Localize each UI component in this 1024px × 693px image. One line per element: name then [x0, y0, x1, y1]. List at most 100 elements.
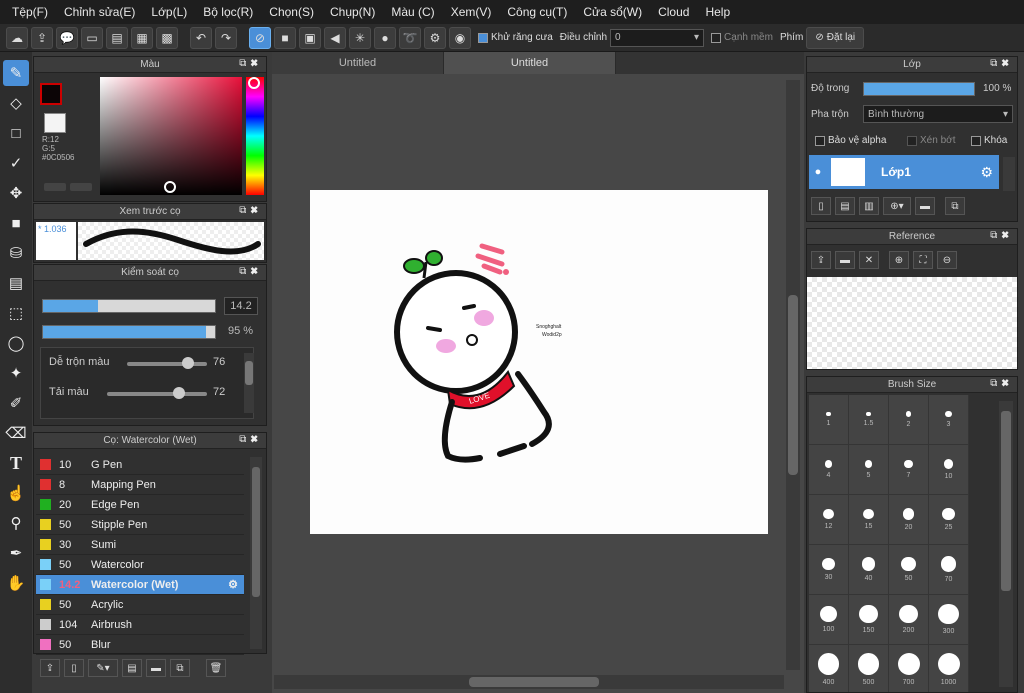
brush-size-cell[interactable]: 400: [809, 645, 849, 692]
menu-item-10[interactable]: Cloud: [650, 5, 697, 19]
display-icon[interactable]: ▭: [81, 26, 103, 49]
lasso-tool-icon[interactable]: ◯: [3, 330, 29, 356]
brush-size-cell[interactable]: 200: [889, 595, 929, 645]
menu-item-1[interactable]: Chỉnh sửa(E): [56, 5, 143, 19]
new-brush-icon[interactable]: ▯: [64, 659, 84, 677]
upload-icon[interactable]: ⇪: [31, 26, 53, 49]
settings-icon[interactable]: ⚙: [424, 26, 446, 49]
operation-tool-icon[interactable]: ☝: [3, 480, 29, 506]
layer-row-1[interactable]: ● Lớp1 ⚙: [809, 155, 999, 189]
move-selection-icon[interactable]: ◀: [324, 26, 346, 49]
menu-item-2[interactable]: Lớp(L): [143, 5, 195, 19]
brush-size-slider[interactable]: [42, 299, 216, 313]
brush-item[interactable]: 14.2 Watercolor (Wet) ⚙: [36, 575, 244, 595]
brush-size-cell[interactable]: 300: [929, 595, 969, 645]
panel-controls-icon[interactable]: ⧉✖: [990, 230, 1013, 241]
brush-size-cell[interactable]: 500: [849, 645, 889, 692]
brush-size-cell[interactable]: 30: [809, 545, 849, 595]
undo-icon[interactable]: ↶: [190, 26, 212, 49]
grid-icon[interactable]: ▦: [131, 26, 153, 49]
panel-controls-icon[interactable]: ⧉✖: [239, 58, 262, 69]
magic-wand-tool-icon[interactable]: ✦: [3, 360, 29, 386]
menu-item-11[interactable]: Help: [697, 5, 738, 19]
layer-opacity-slider[interactable]: [863, 82, 975, 96]
pen-tool-icon[interactable]: ✒: [3, 540, 29, 566]
canvas-vertical-scrollbar[interactable]: [786, 80, 800, 670]
brush-size-cell[interactable]: 40: [849, 545, 889, 595]
brush-size-cell[interactable]: 70: [929, 545, 969, 595]
layer-list-scrollbar[interactable]: [1003, 157, 1015, 191]
transform-icon[interactable]: ✳: [349, 26, 371, 49]
tab-untitled-2[interactable]: Untitled: [444, 52, 616, 74]
gear-icon[interactable]: ⚙: [980, 164, 993, 181]
layer-folder-icon[interactable]: ▬: [915, 197, 935, 215]
folder-icon[interactable]: ▬: [146, 659, 166, 677]
rect-select-tool-icon[interactable]: □: [3, 120, 29, 146]
text-tool-icon[interactable]: T: [3, 450, 29, 476]
menu-item-4[interactable]: Chọn(S): [261, 5, 322, 19]
brush-item[interactable]: 50 Acrylic: [36, 595, 244, 615]
panel-controls-icon[interactable]: ⧉✖: [239, 205, 262, 216]
new-layer-8bit-icon[interactable]: ▤: [835, 197, 855, 215]
fit-icon[interactable]: ⛶: [913, 251, 933, 269]
brush-item[interactable]: 50 Blur: [36, 635, 244, 655]
brush-size-cell[interactable]: 50: [889, 545, 929, 595]
select-pen-tool-icon[interactable]: ✐: [3, 390, 29, 416]
record-icon[interactable]: ◉: [449, 26, 471, 49]
layer-add-menu-icon[interactable]: ⊕▾: [883, 197, 911, 215]
brush-item[interactable]: 30 Sumi: [36, 535, 244, 555]
brush-item[interactable]: 8 Mapping Pen: [36, 475, 244, 495]
brush-tool-icon[interactable]: ✎: [3, 60, 29, 86]
visibility-icon[interactable]: ●: [809, 166, 827, 178]
brush-size-scrollbar[interactable]: [999, 401, 1013, 687]
clipping-checkbox[interactable]: Xén bớt: [907, 135, 955, 146]
eyedropper-tool-icon[interactable]: ⚲: [3, 510, 29, 536]
select-all-icon[interactable]: ■: [274, 26, 296, 49]
cloud-icon[interactable]: ☁: [6, 26, 28, 49]
panel-controls-icon[interactable]: ⧉✖: [990, 58, 1013, 69]
antialias-checkbox[interactable]: Khử răng cưa: [478, 32, 553, 43]
fill-rect-tool-icon[interactable]: ■: [3, 210, 29, 236]
menu-item-7[interactable]: Xem(V): [443, 5, 500, 19]
deselect-icon[interactable]: ⊘: [249, 26, 271, 49]
reset-button[interactable]: ⊘ Đặt lại: [806, 26, 865, 49]
brush-size-cell[interactable]: 15: [849, 495, 889, 545]
color-mode-button-2[interactable]: [70, 183, 92, 191]
chat-icon[interactable]: 💬: [56, 26, 78, 49]
menu-item-9[interactable]: Cửa sổ(W): [575, 5, 650, 19]
foreground-color-swatch[interactable]: [40, 83, 62, 105]
brush-size-cell[interactable]: 5: [849, 445, 889, 495]
brush-item[interactable]: 50 Stipple Pen: [36, 515, 244, 535]
bucket-tool-icon[interactable]: ⛁: [3, 240, 29, 266]
brush-opacity-slider[interactable]: [42, 325, 216, 339]
layer-duplicate-icon[interactable]: ⧉: [945, 197, 965, 215]
menu-item-6[interactable]: Màu (C): [383, 5, 442, 19]
brush-size-cell[interactable]: 1.5: [849, 395, 889, 445]
tiles-icon[interactable]: ▩: [156, 26, 178, 49]
brush-size-cell[interactable]: 1000: [929, 645, 969, 692]
brush-item[interactable]: 104 Airbrush: [36, 615, 244, 635]
brush-size-value[interactable]: 14.2: [224, 297, 258, 315]
layer-blend-select[interactable]: Bình thường ▾: [863, 105, 1013, 123]
marquee-tool-icon[interactable]: ⬚: [3, 300, 29, 326]
blend-slider[interactable]: [127, 357, 207, 369]
brush-size-cell[interactable]: 10: [929, 445, 969, 495]
brush-size-cell[interactable]: 7: [889, 445, 929, 495]
menu-item-3[interactable]: Bộ lọc(R): [195, 5, 261, 19]
protect-alpha-checkbox[interactable]: Bảo vệ alpha: [815, 135, 886, 146]
tab-untitled-1[interactable]: Untitled: [272, 52, 444, 74]
hand-tool-icon[interactable]: ✋: [3, 570, 29, 596]
check-tool-icon[interactable]: ✓: [3, 150, 29, 176]
upload-brush-icon[interactable]: ⇪: [40, 659, 60, 677]
color-mode-button[interactable]: [44, 183, 66, 191]
invert-selection-icon[interactable]: ▣: [299, 26, 321, 49]
brush-size-cell[interactable]: 12: [809, 495, 849, 545]
redo-icon[interactable]: ↷: [215, 26, 237, 49]
adjust-select[interactable]: 0 ▾: [610, 28, 705, 47]
hue-slider[interactable]: [246, 77, 264, 195]
reference-close-icon[interactable]: ✕: [859, 251, 879, 269]
gear-icon[interactable]: ⚙: [228, 578, 238, 591]
brush-size-cell[interactable]: 100: [809, 595, 849, 645]
lock-checkbox[interactable]: Khóa: [971, 135, 1007, 146]
soft-edge-checkbox[interactable]: Cạnh mềm: [711, 32, 773, 43]
